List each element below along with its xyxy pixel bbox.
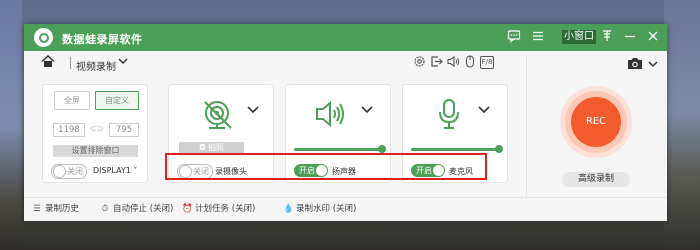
toolbar-separator <box>70 57 71 69</box>
home-icon[interactable] <box>41 54 55 71</box>
water-drop-icon: 💧 <box>283 204 294 214</box>
title-bar[interactable]: 数据蛙录屏软件 小窗口 <box>24 24 667 51</box>
chevron-down-icon[interactable] <box>361 105 373 117</box>
menu-icon[interactable] <box>530 29 546 45</box>
height-input[interactable]: 795 <box>109 123 139 137</box>
speaker-volume-slider[interactable] <box>294 145 386 153</box>
rec-label: REC <box>571 97 621 147</box>
auto-stop-label: 自动停止 (关闭) <box>113 204 174 214</box>
screen-toggle[interactable]: 关闭 <box>51 164 87 179</box>
alarm-clock-icon: ⏰ <box>182 204 193 214</box>
minimize-icon[interactable] <box>622 29 638 45</box>
mouse-icon[interactable] <box>463 55 477 69</box>
rec-ring: REC <box>565 91 627 153</box>
history-link[interactable]: ☰ 录制历史 <box>32 203 79 215</box>
display-selector[interactable]: DISPLAY1 ˅ <box>93 166 137 175</box>
chevron-down-icon[interactable] <box>478 105 490 117</box>
app-logo-icon <box>34 28 53 47</box>
webcam-icon <box>202 99 234 134</box>
schedule-label: 计划任务 (关闭) <box>195 204 256 214</box>
slider-fill <box>294 148 382 151</box>
app-title: 数据蛙录屏软件 <box>62 33 143 46</box>
panel-divider <box>526 56 527 216</box>
audio-toggles-highlight <box>165 153 487 180</box>
screenshot-camera-icon[interactable] <box>627 57 643 73</box>
speaker-volume-icon <box>315 99 349 132</box>
auto-stop-link[interactable]: ⏱ 自动停止 (关闭) <box>100 203 174 215</box>
screen-card: 全屏 自定义 1198 ⊂⊃ 795 设置排除窗口 关闭 DISPLAY1 ˅ <box>42 84 148 183</box>
rec-button[interactable]: REC <box>560 86 632 158</box>
chat-icon[interactable] <box>506 29 522 45</box>
app-window: 数据蛙录屏软件 小窗口 视频录制 F/8 全屏 自定义 1198 ⊂⊃ 795 … <box>24 24 667 220</box>
desktop-background-right <box>664 0 700 250</box>
gear-icon[interactable] <box>412 55 426 69</box>
chevron-down-icon[interactable] <box>648 60 658 71</box>
display-label: DISPLAY1 <box>93 166 131 175</box>
close-icon[interactable] <box>645 29 661 45</box>
history-label: 录制历史 <box>45 204 80 214</box>
mini-window-button[interactable]: 小窗口 <box>562 30 596 44</box>
toggle-knob <box>53 165 66 178</box>
desktop-background-left <box>0 0 22 250</box>
list-icon: ☰ <box>33 204 41 214</box>
export-icon[interactable] <box>429 55 443 69</box>
microphone-icon <box>436 98 462 133</box>
schedule-link[interactable]: ⏰ 计划任务 (关闭) <box>182 203 255 215</box>
watermark-label: 录制水印 (关闭) <box>296 204 357 214</box>
slider-knob[interactable] <box>378 145 386 153</box>
link-icon[interactable]: ⊂⊃ <box>90 124 103 133</box>
slider-knob[interactable] <box>495 145 503 153</box>
fullscreen-button[interactable]: 全屏 <box>54 91 90 110</box>
photo-label: 拍照 <box>207 143 224 152</box>
watermark-link[interactable]: 💧 录制水印 (关闭) <box>283 203 356 215</box>
stopwatch-icon: ⏱ <box>101 204 109 214</box>
toggle-label: 关闭 <box>67 167 83 176</box>
pin-icon[interactable] <box>599 29 615 45</box>
chevron-down-icon[interactable] <box>247 105 259 117</box>
slider-fill <box>411 148 499 151</box>
custom-area-button[interactable]: 自定义 <box>95 91 139 110</box>
advanced-record-button[interactable]: 高级录制 <box>562 172 630 187</box>
mic-volume-slider[interactable] <box>411 145 503 153</box>
footer-bar: ☰ 录制历史 ⏱ 自动停止 (关闭) ⏰ 计划任务 (关闭) 💧 录制水印 (关闭) <box>24 197 667 221</box>
mode-selector[interactable]: 视频录制 <box>76 58 116 73</box>
chevron-down-icon[interactable] <box>118 57 128 68</box>
exclude-window-button[interactable]: 设置排除窗口 <box>53 145 138 157</box>
width-input[interactable]: 1198 <box>53 123 85 137</box>
fn-icon[interactable]: F/8 <box>480 56 494 69</box>
speaker-icon[interactable] <box>446 55 460 69</box>
photo-button[interactable]: ◘ 拍照 <box>179 142 244 153</box>
camera-icon: ◘ <box>199 143 206 152</box>
